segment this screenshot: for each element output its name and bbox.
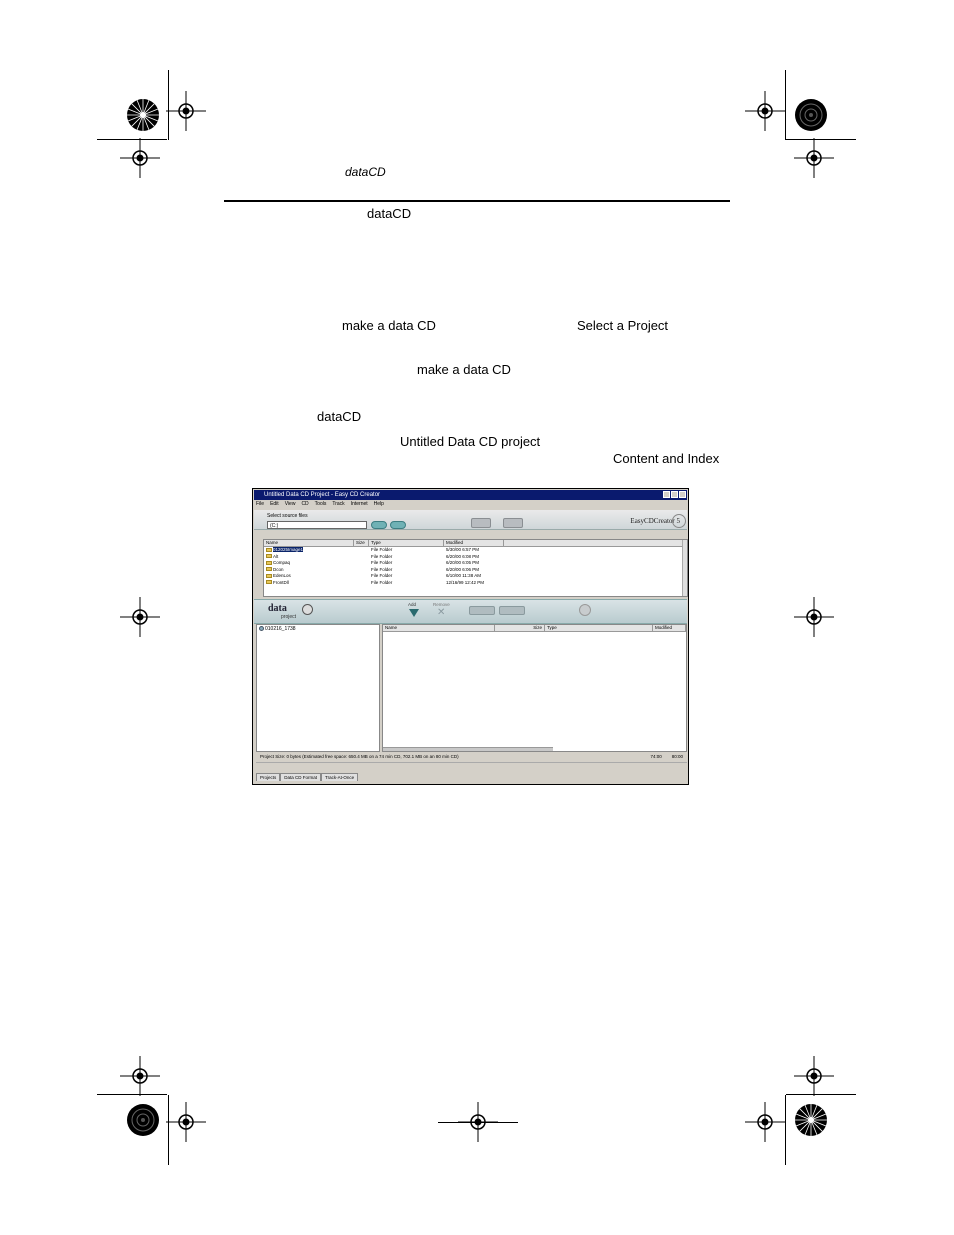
starburst-target-icon [794, 1103, 828, 1137]
folder-icon [266, 554, 272, 559]
starburst-target-icon [794, 98, 828, 132]
nav-up-button[interactable] [390, 521, 406, 529]
status-74min: 74:00 [650, 754, 662, 759]
project-contents-list: Name Size Type Modified [382, 624, 687, 752]
source-files-label: Select source files [267, 513, 308, 519]
folder-icon [266, 560, 272, 565]
close-icon[interactable] [679, 491, 686, 498]
menu-help[interactable]: Help [374, 501, 384, 509]
menu-cd[interactable]: CD [301, 501, 308, 509]
status-project-size: Project Size: 0 bytes (Estimated free sp… [260, 754, 459, 759]
crop-mark [785, 1095, 786, 1165]
file-name: Alt [273, 553, 279, 559]
body-text-make-data-cd-2: make a data CD [417, 362, 511, 377]
project-tree: 010216_1738 [256, 624, 380, 752]
toolbar-button-1[interactable] [471, 518, 491, 528]
body-text-select-project: Select a Project [577, 318, 669, 333]
body-text-datacd-1: dataCD [367, 206, 412, 221]
crosshair-mark-icon [745, 1102, 785, 1142]
starburst-target-icon [126, 1103, 160, 1137]
project-button-1[interactable] [469, 606, 495, 615]
content-column-size[interactable]: Size [495, 625, 545, 631]
project-button-2[interactable] [499, 606, 525, 615]
crosshair-mark-icon [120, 597, 160, 637]
file-name: Dcon [273, 566, 284, 572]
crosshair-mark-icon [120, 138, 160, 178]
menu-edit[interactable]: Edit [270, 501, 279, 509]
tab-data-cd-format[interactable]: Data CD Format [280, 773, 322, 781]
contents-horizontal-scrollbar[interactable] [383, 747, 553, 751]
column-type[interactable]: Type [369, 540, 444, 546]
data-project-sublabel: project [281, 614, 297, 620]
file-modified: 12/16/99 12:42 PM [446, 579, 485, 585]
body-text-make-data-cd-1: make a data CD [342, 318, 436, 333]
menu-tools[interactable]: Tools [315, 501, 327, 509]
crosshair-mark-icon [794, 1056, 834, 1096]
file-name: EdenLos [273, 573, 291, 578]
record-icon[interactable] [579, 604, 591, 616]
crosshair-mark-icon [794, 597, 834, 637]
menu-file[interactable]: File [256, 501, 264, 509]
menu-bar: File Edit View CD Tools Track Internet H… [256, 501, 384, 509]
status-bar: Project Size: 0 bytes (Estimated free sp… [256, 752, 687, 761]
nav-back-button[interactable] [371, 521, 387, 529]
easy-cd-creator-window: Untitled Data CD Project - Easy CD Creat… [252, 488, 689, 785]
tab-projects[interactable]: Projects [256, 773, 281, 781]
menu-internet[interactable]: Internet [351, 501, 368, 509]
maximize-icon[interactable] [671, 491, 678, 498]
column-name[interactable]: Name [264, 540, 354, 546]
remove-x-icon[interactable]: ✕ [437, 607, 445, 618]
file-type: File Folder [371, 579, 393, 585]
project-disc-icon [302, 604, 313, 615]
crosshair-mark-icon [120, 1056, 160, 1096]
brand-ring-icon [672, 514, 686, 528]
crosshair-mark-icon [745, 91, 785, 131]
running-header: dataCD [345, 165, 386, 179]
file-list-header: Name Size Type Modified [264, 540, 687, 547]
content-column-modified[interactable]: Modified [653, 625, 686, 631]
folder-icon [266, 573, 272, 578]
window-titlebar: Untitled Data CD Project - Easy CD Creat… [254, 490, 687, 500]
file-row[interactable]: FrontDll File Folder 12/16/99 12:42 PM [264, 580, 687, 587]
contents-header: Name Size Type Modified [383, 625, 686, 632]
menu-track[interactable]: Track [332, 501, 344, 509]
status-80min: 80:00 [671, 754, 683, 759]
file-name: FrontDll [273, 579, 289, 585]
source-drive-select[interactable]: (C:) [267, 521, 367, 529]
body-text-datacd-2: dataCD [317, 409, 362, 424]
crosshair-extension [438, 1122, 518, 1123]
column-modified[interactable]: Modified [444, 540, 504, 546]
cd-icon [259, 626, 264, 632]
content-column-name[interactable]: Name [383, 625, 495, 631]
crosshair-mark-icon [166, 1102, 206, 1142]
content-column-type[interactable]: Type [545, 625, 653, 631]
file-list-scrollbar[interactable] [682, 540, 687, 596]
file-name: 012025Image1 [273, 547, 304, 552]
window-title: Untitled Data CD Project - Easy CD Creat… [264, 492, 381, 498]
tree-item-label: 010216_1738 [265, 626, 296, 632]
header-rule [224, 200, 730, 202]
minimize-icon[interactable] [663, 491, 670, 498]
crosshair-mark-icon [166, 91, 206, 131]
source-file-list: Name Size Type Modified 012025Image1 Fil… [263, 539, 688, 597]
starburst-target-icon [126, 98, 160, 132]
column-size[interactable]: Size [354, 540, 369, 546]
body-text-content-index: Content and Index [613, 451, 720, 466]
tree-item-disc[interactable]: 010216_1738 [259, 626, 296, 632]
folder-icon [266, 547, 272, 552]
capacity-bar [256, 762, 687, 770]
folder-icon [266, 580, 272, 585]
crosshair-mark-icon [794, 138, 834, 178]
tab-track-at-once[interactable]: Track-At-Once [321, 773, 359, 781]
crop-mark [785, 70, 786, 140]
folder-icon [266, 567, 272, 572]
toolbar-button-2[interactable] [503, 518, 523, 528]
menu-view[interactable]: View [285, 501, 296, 509]
file-name: Compaq [273, 560, 291, 565]
add-arrow-icon[interactable] [409, 609, 419, 617]
add-label: Add [408, 602, 417, 607]
bottom-tabs: Projects Data CD Format Track-At-Once [256, 773, 359, 781]
data-project-logo: data [268, 603, 287, 614]
body-text-untitled-project: Untitled Data CD project [400, 434, 541, 449]
